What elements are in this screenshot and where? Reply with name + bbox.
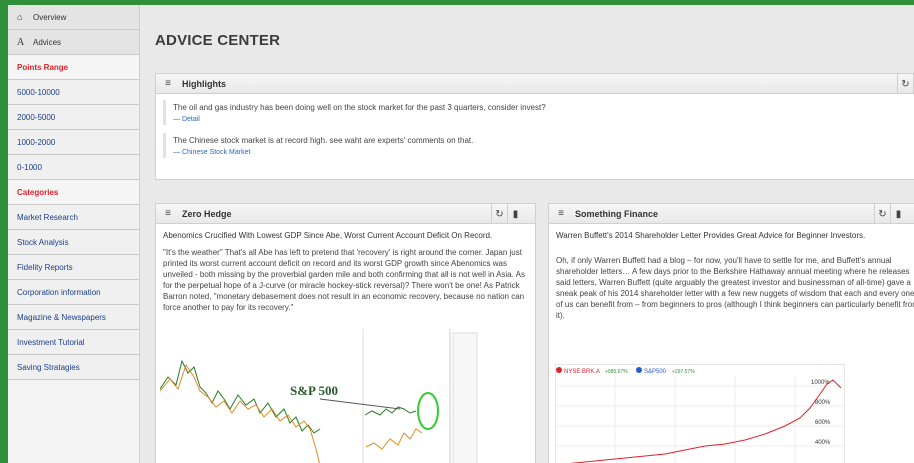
y-tick-label: 600% (815, 420, 831, 426)
panel-body: Abenomics Crucified With Lowest GDP Sinc… (156, 224, 535, 319)
panel-header: ≡ Highlights ↻ ▮ (156, 74, 914, 94)
sidebar-item-fidelity-reports[interactable]: Fidelity Reports (8, 255, 139, 280)
refresh-icon[interactable]: ↻ (874, 204, 890, 224)
sidebar-item-advices[interactable]: A Advices (8, 30, 139, 55)
panel-title: Something Finance (575, 208, 659, 219)
sidebar: ⌂ Overview A Advices Points Range 5000-1… (8, 5, 140, 463)
trash-icon[interactable]: ▮ (507, 204, 523, 224)
highlight-item: The Chinese stock market is at record hi… (163, 133, 914, 158)
zero-hedge-panel: ≡ Zero Hedge ↻ ▮ Abenomics Crucified Wit… (155, 203, 536, 463)
y-tick-label: 400% (815, 440, 831, 446)
legend-series-1-value: +985.67% (605, 369, 628, 375)
sidebar-item-investment-tutorial[interactable]: Investment Tutorial (8, 330, 139, 355)
main-content: ADVICE CENTER ≡ Highlights ↻ ▮ The oil a… (141, 5, 914, 463)
advices-icon: A (17, 36, 25, 48)
menu-icon[interactable]: ≡ (160, 208, 176, 219)
sidebar-heading-categories: Categories (8, 180, 139, 205)
panel-header: ≡ Something Finance ↻ ▮ (549, 204, 914, 224)
sp500-chart-image: S&P 500 (160, 329, 480, 463)
sidebar-item-label: Overview (33, 12, 67, 22)
trash-icon[interactable]: ▮ (890, 204, 906, 224)
y-tick-label: 1000% (811, 380, 830, 386)
sidebar-item-1000-2000[interactable]: 1000-2000 (8, 130, 139, 155)
article-headline[interactable]: Warren Buffett's 2014 Shareholder Letter… (556, 230, 914, 241)
sidebar-item-2000-5000[interactable]: 2000-5000 (8, 105, 139, 130)
menu-icon[interactable]: ≡ (160, 78, 176, 89)
sidebar-item-overview[interactable]: ⌂ Overview (8, 5, 139, 30)
legend-series-1: NYSE:BRK.A (564, 369, 600, 375)
refresh-icon[interactable]: ↻ (491, 204, 507, 224)
panel-title: Zero Hedge (182, 208, 232, 219)
highlight-text: The oil and gas industry has been doing … (173, 103, 546, 112)
panel-body: The oil and gas industry has been doing … (156, 94, 914, 172)
home-icon: ⌂ (17, 12, 23, 22)
refresh-icon[interactable]: ↻ (897, 74, 913, 94)
sidebar-item-corporation-information[interactable]: Corporation information (8, 280, 139, 305)
sidebar-item-market-research[interactable]: Market Research (8, 205, 139, 230)
brk-vs-sp500-chart-image: NYSE:BRK.A +985.67% S&P500 +297.57% 1000… (555, 364, 845, 463)
chart-annotation-label: S&P 500 (290, 383, 338, 398)
menu-icon[interactable]: ≡ (553, 208, 569, 219)
highlight-text: The Chinese stock market is at record hi… (173, 136, 474, 145)
highlight-source-link[interactable]: — Detail (173, 116, 200, 123)
panel-title: Highlights (182, 78, 226, 89)
page-title: ADVICE CENTER (155, 32, 281, 49)
legend-series-2: S&P500 (644, 369, 667, 375)
highlight-item: The oil and gas industry has been doing … (163, 100, 914, 125)
article-headline[interactable]: Abenomics Crucified With Lowest GDP Sinc… (163, 230, 528, 241)
highlights-panel: ≡ Highlights ↻ ▮ The oil and gas industr… (155, 73, 914, 180)
sidebar-item-magazine-newspapers[interactable]: Magazine & Newspapers (8, 305, 139, 330)
highlight-source-link[interactable]: — Chinese Stock Market (173, 149, 250, 156)
article-text: Oh, if only Warren Buffett had a blog – … (556, 256, 914, 320)
panel-body: Warren Buffett's 2014 Shareholder Letter… (549, 224, 914, 327)
sidebar-item-label: Advices (33, 37, 62, 47)
sidebar-heading-points-range: Points Range (8, 55, 139, 80)
sidebar-item-saving-stratagies[interactable]: Saving Stratagies (8, 355, 139, 380)
legend-series-2-value: +297.57% (672, 369, 695, 375)
sidebar-item-stock-analysis[interactable]: Stock Analysis (8, 230, 139, 255)
article-text: "It's the weather" That's all Abe has le… (163, 248, 525, 312)
something-finance-panel: ≡ Something Finance ↻ ▮ Warren Buffett's… (548, 203, 914, 463)
panel-header: ≡ Zero Hedge ↻ ▮ (156, 204, 535, 224)
y-tick-label: 800% (815, 400, 831, 406)
left-accent-bar (0, 5, 8, 463)
sidebar-item-0-1000[interactable]: 0-1000 (8, 155, 139, 180)
sidebar-item-5000-10000[interactable]: 5000-10000 (8, 80, 139, 105)
